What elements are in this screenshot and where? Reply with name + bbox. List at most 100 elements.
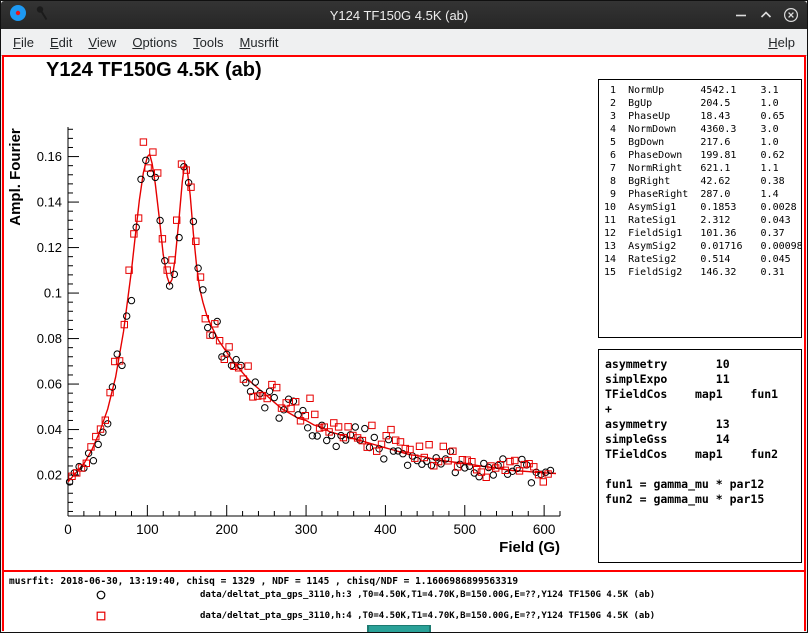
menu-options[interactable]: Options [124,31,185,54]
parameter-box[interactable]: 1 NormUp 4542.1 3.1 2 BgUp 204.5 1.0 3 P… [598,79,802,338]
data-point-circle [205,324,211,330]
data-point-circle [252,379,258,385]
data-point-circle [233,356,239,362]
app-window: Y124 TF150G 4.5K (ab) File Edit View Opt… [0,0,808,633]
titlebar-right [709,7,799,23]
data-point-square [307,395,313,401]
maximize-button[interactable] [758,7,774,23]
data-point-circle [324,437,330,443]
data-point-square [369,422,375,428]
y-tick-label: 0.1 [44,286,62,301]
param-row: 1 NormUp 4542.1 3.1 [604,84,801,97]
legend-pad[interactable]: musrfit: 2018-06-30, 13:19:40, chisq = 1… [4,572,804,632]
param-row: 15 FieldSig2 146.32 0.31 [604,266,801,279]
legend-label: data/deltat_pta_gps_3110,h:4 ,T0=4.50K,T… [200,611,655,621]
menu-file[interactable]: File [5,31,42,54]
titlebar[interactable]: Y124 TF150G 4.5K (ab) [1,1,807,29]
y-tick-label: 0.04 [37,422,62,437]
pin-icon[interactable] [35,5,49,26]
param-row: 2 BgUp 204.5 1.0 [604,97,801,110]
data-point-circle [138,176,144,182]
data-point-circle [362,425,368,431]
data-point-square [416,443,422,449]
data-point-circle [124,313,130,319]
y-tick-label: 0.08 [37,331,62,346]
data-point-circle [128,297,134,303]
data-point-circle [314,433,320,439]
legend-entry: data/deltat_pta_gps_3110,h:3 ,T0=4.50K,T… [94,588,655,602]
data-point-circle [195,265,201,271]
y-axis-title: Ampl. Fourier [7,128,24,226]
data-point-square [345,424,351,430]
param-row: 7 NormRight 621.1 1.1 [604,162,801,175]
data-point-circle [343,437,349,443]
data-point-circle [238,362,244,368]
legend-label: data/deltat_pta_gps_3110,h:3 ,T0=4.50K,T… [200,590,655,600]
data-point-circle [90,458,96,464]
data-point-square [331,420,337,426]
data-point-square [335,424,341,430]
fit-info: musrfit: 2018-06-30, 13:19:40, chisq = 1… [9,576,518,587]
data-point-square [440,443,446,449]
data-point-circle [428,462,434,468]
data-point-circle [404,462,410,468]
data-point-square [140,139,146,145]
menu-musrfit[interactable]: Musrfit [232,31,287,54]
data-point-circle [490,472,496,478]
param-row: 9 PhaseRight 287.0 1.4 [604,188,801,201]
y-tick-label: 0.16 [37,149,62,164]
data-point-circle [214,318,220,324]
data-point-circle [385,436,391,442]
menu-help[interactable]: Help [760,31,803,54]
data-point-circle [366,444,372,450]
param-row: 13 AsymSig2 0.01716 0.00098 [604,240,801,253]
data-point-square [245,363,251,369]
root-canvas: Y124 TF150G 4.5K (ab) 010020030040050060… [2,55,806,631]
legend-square-marker [94,609,108,623]
menu-view[interactable]: View [80,31,124,54]
data-point-square [312,411,318,417]
close-button[interactable] [783,7,799,23]
data-point-square [393,437,399,443]
x-tick-label: 200 [215,522,238,537]
data-point-square [540,479,546,485]
legend-entry: data/deltat_pta_gps_3110,h:4 ,T0=4.50K,T… [94,609,655,623]
data-point-circle [528,480,534,486]
param-row: 6 PhaseDown 199.81 0.62 [604,149,801,162]
y-tick-label: 0.06 [37,377,62,392]
data-point-circle [504,471,510,477]
data-point-circle [447,448,453,454]
legend-circle-marker [94,588,108,602]
x-tick-label: 100 [136,522,159,537]
data-point-circle [119,362,125,368]
data-point-circle [371,434,377,440]
data-point-circle [95,441,101,447]
param-row: 11 RateSig1 2.312 0.043 [604,214,801,227]
data-point-circle [171,271,177,277]
param-row: 5 BgDown 217.6 1.0 [604,136,801,149]
data-point-circle [190,218,196,224]
y-tick-label: 0.12 [37,240,62,255]
data-point-square [226,344,232,350]
y-tick-label: 0.14 [37,195,62,210]
x-tick-label: 300 [295,522,318,537]
x-tick-label: 500 [454,522,477,537]
data-point-square [397,439,403,445]
param-row: 10 AsymSig1 0.1853 0.0028 [604,201,801,214]
menu-edit[interactable]: Edit [42,31,80,54]
data-point-circle [476,474,482,480]
param-row: 3 PhaseUp 18.43 0.65 [604,110,801,123]
data-point-circle [271,394,277,400]
theory-box[interactable]: asymmetry 10 simplExpo 11 TFieldCos map1… [598,349,802,563]
data-point-circle [209,332,215,338]
x-axis-title: Field (G) [499,539,560,556]
main-pad[interactable]: Y124 TF150G 4.5K (ab) 010020030040050060… [4,57,804,572]
x-tick-label: 600 [533,522,556,537]
data-point-circle [266,388,272,394]
data-point-circle [333,443,339,449]
titlebar-left [9,4,89,27]
minimize-button[interactable] [733,7,749,23]
fourier-plot[interactable]: 01002003004005006000.020.040.060.080.10.… [4,57,596,570]
menu-tools[interactable]: Tools [185,31,231,54]
data-point-square [150,149,156,155]
